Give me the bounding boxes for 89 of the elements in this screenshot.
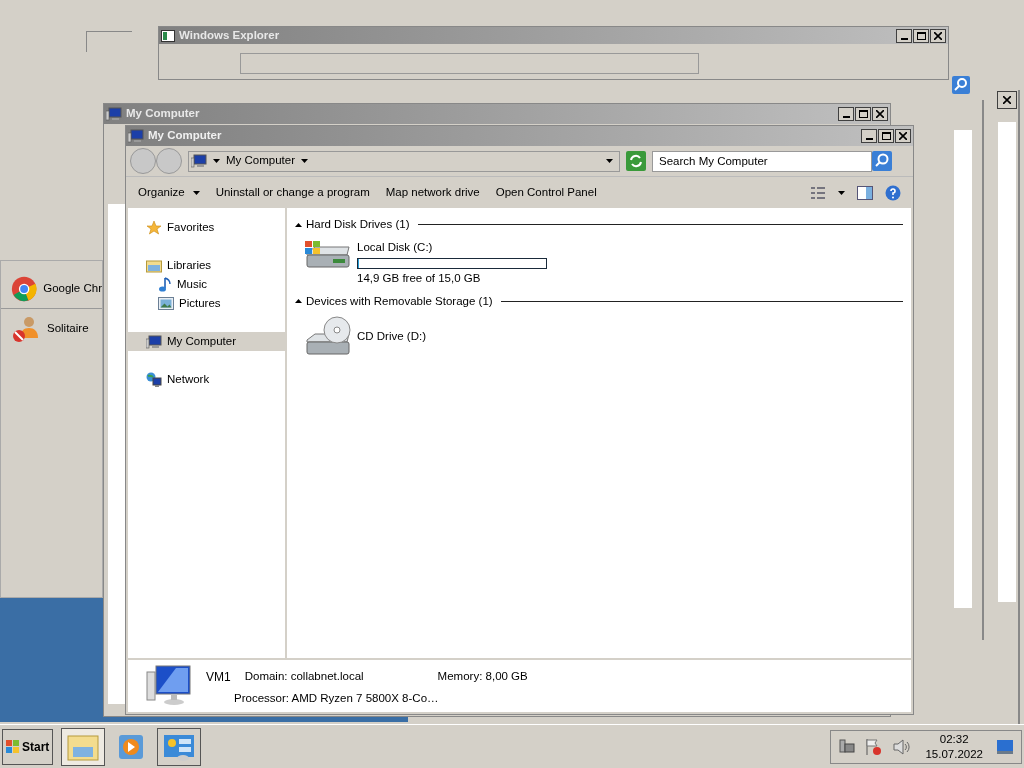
nav-item[interactable]: My Computer xyxy=(128,332,285,351)
help-icon[interactable] xyxy=(885,184,901,201)
toolbar-button[interactable]: Open Control Panel xyxy=(495,183,597,202)
toolbar-button[interactable]: Map network drive xyxy=(385,183,480,202)
computer-icon xyxy=(146,664,192,706)
start-menu-label: Solitaire xyxy=(47,321,89,337)
maximize-button[interactable] xyxy=(855,107,871,121)
folder-icon xyxy=(146,258,162,273)
search-field[interactable]: Search My Computer xyxy=(652,150,872,172)
ghost-window-frame xyxy=(86,31,132,52)
network-icon[interactable] xyxy=(839,738,856,755)
refresh-icon[interactable] xyxy=(626,151,646,171)
close-icon xyxy=(934,31,942,40)
caret-icon[interactable] xyxy=(838,190,845,195)
toolbar-button[interactable]: Uninstall or change a program xyxy=(215,183,370,202)
speaker-icon[interactable] xyxy=(893,738,912,755)
cd-drive-icon xyxy=(303,316,353,358)
caret-icon[interactable] xyxy=(301,159,309,163)
computer-icon xyxy=(106,107,122,121)
caret-icon xyxy=(192,190,200,195)
folder-icon xyxy=(67,732,100,761)
window-icon xyxy=(161,29,175,42)
search-icon[interactable] xyxy=(872,151,892,171)
close-icon xyxy=(899,132,907,140)
view-options-icon[interactable] xyxy=(810,185,826,200)
music-note-icon xyxy=(158,276,172,293)
maximize-button[interactable] xyxy=(878,129,894,143)
taskbar-button[interactable] xyxy=(157,727,202,766)
collapse-icon[interactable] xyxy=(295,299,302,304)
taskbar-button[interactable] xyxy=(61,727,106,766)
nav-item[interactable]: Pictures xyxy=(128,294,285,313)
windows-logo-icon xyxy=(6,739,20,754)
user-blocked-icon xyxy=(11,314,41,344)
processor-text: Processor: AMD Ryzen 7 5800X 8-Co… xyxy=(233,691,440,706)
collapse-icon[interactable] xyxy=(295,222,302,227)
minimize-button[interactable] xyxy=(896,28,912,43)
nav-item[interactable]: Network xyxy=(128,370,285,389)
nav-label: Network xyxy=(167,371,210,387)
nav-label: Pictures xyxy=(179,295,221,311)
clock[interactable]: 02:32 15.07.2022 xyxy=(921,731,987,762)
start-menu-item[interactable]: Solitaire xyxy=(1,309,102,349)
close-button[interactable] xyxy=(872,107,888,121)
maximize-button[interactable] xyxy=(913,28,929,43)
flag-icon[interactable] xyxy=(865,737,884,756)
drive-name[interactable]: CD Drive (D:) xyxy=(357,328,426,346)
nav-item[interactable]: Favorites xyxy=(128,218,285,237)
search-icon[interactable] xyxy=(952,76,970,94)
group-header[interactable]: Devices with Removable Storage (1) xyxy=(306,292,493,310)
toolbar-button[interactable]: Organize xyxy=(138,183,200,202)
picture-icon xyxy=(158,297,174,310)
close-button[interactable] xyxy=(930,28,946,43)
address-bar[interactable]: My Computer xyxy=(188,150,620,172)
minimize-button[interactable] xyxy=(838,107,854,121)
preview-pane-icon[interactable] xyxy=(857,185,873,200)
window-title: Windows Explorer xyxy=(179,27,280,43)
minimize-button[interactable] xyxy=(861,129,877,143)
close-icon xyxy=(876,110,884,118)
media-player-icon xyxy=(117,732,146,761)
computer-icon xyxy=(146,334,162,349)
drive-name[interactable]: Local Disk (C:) xyxy=(357,239,547,257)
domain-text: Domain: collabnet.local xyxy=(244,669,364,684)
free-space-text: 14,9 GB free of 15,0 GB xyxy=(357,270,482,286)
window-title: My Computer xyxy=(148,128,222,144)
nav-label: Music xyxy=(177,276,208,292)
nav-item[interactable]: Libraries xyxy=(128,256,285,275)
memory-text: Memory: 8,00 GB xyxy=(436,669,528,684)
computer-name: VM1 xyxy=(206,669,231,686)
close-button[interactable] xyxy=(997,91,1017,109)
computer-icon xyxy=(191,154,207,168)
breadcrumb[interactable]: My Computer xyxy=(226,152,296,170)
start-menu-label: Google Chr xyxy=(43,280,102,296)
nav-label: My Computer xyxy=(167,333,237,349)
close-icon xyxy=(1003,96,1011,104)
network-icon xyxy=(146,371,162,388)
nav-item[interactable]: Music xyxy=(128,275,285,294)
dropdown-icon[interactable] xyxy=(606,159,613,163)
nav-label: Libraries xyxy=(167,257,212,273)
nav-label: Favorites xyxy=(167,219,215,235)
computer-icon xyxy=(128,129,144,143)
address-field[interactable] xyxy=(240,53,699,74)
star-icon xyxy=(146,219,162,236)
group-header[interactable]: Hard Disk Drives (1) xyxy=(306,216,410,234)
start-button[interactable]: Start xyxy=(2,728,54,765)
window-title: My Computer xyxy=(126,106,200,122)
close-button[interactable] xyxy=(895,129,911,143)
control-panel-icon xyxy=(163,732,196,761)
show-desktop-icon[interactable] xyxy=(997,739,1013,754)
caret-icon[interactable] xyxy=(213,159,220,163)
start-menu-item[interactable]: Google Chr xyxy=(1,269,102,309)
